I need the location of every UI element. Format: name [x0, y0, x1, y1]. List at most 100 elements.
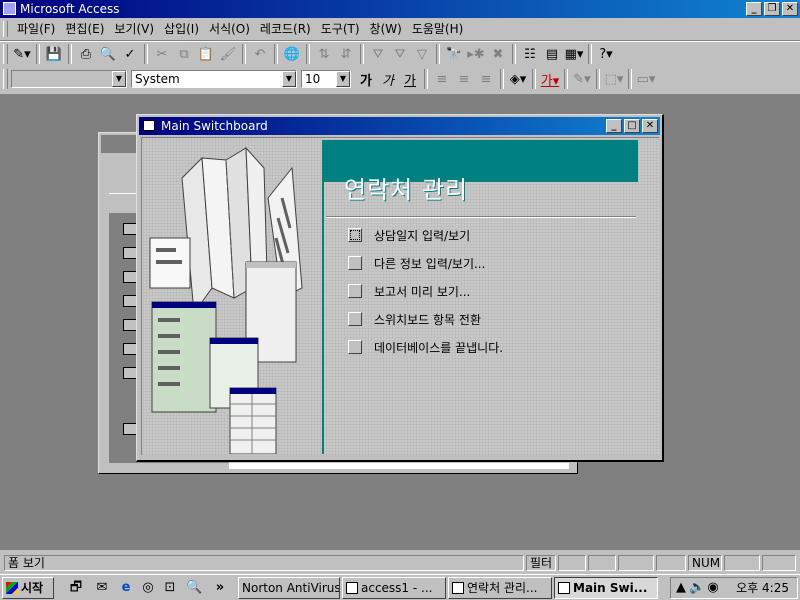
format-toolbar-grip[interactable]	[3, 69, 8, 89]
status-panel	[558, 555, 586, 571]
module-icon[interactable]	[123, 367, 137, 379]
switchboard-item-button[interactable]	[348, 284, 362, 298]
switchboard-item[interactable]: 데이터베이스를 끝냅니다.	[348, 338, 503, 356]
switchboard-item-button[interactable]	[348, 228, 362, 242]
chevron-down-icon[interactable]: ▼	[282, 71, 296, 87]
switchboard-item-button[interactable]	[348, 312, 362, 326]
database-window-icon[interactable]: ▤	[541, 43, 563, 65]
help-icon[interactable]: ?▾	[595, 43, 617, 65]
query-icon[interactable]	[123, 247, 137, 259]
switchboard-item-button[interactable]	[348, 256, 362, 270]
switchboard-window[interactable]: Main Switchboard _ □ ✕ 연락처 관리 상담일지 입력/보기…	[136, 114, 664, 462]
filter-by-form-icon[interactable]: ⛛	[389, 43, 411, 65]
switchboard-item[interactable]: 스위치보드 항목 전환	[348, 310, 481, 328]
apply-filter-icon[interactable]: ▽	[411, 43, 433, 65]
undo-icon[interactable]: ↶	[249, 43, 271, 65]
format-painter-icon[interactable]: 🖌	[217, 43, 239, 65]
switchboard-item[interactable]: 보고서 미리 보기...	[348, 282, 470, 300]
macro-icon[interactable]	[123, 343, 137, 355]
status-text: 폼 보기	[4, 555, 524, 571]
volume-icon[interactable]: 🔊	[689, 580, 705, 596]
taskbar-button[interactable]: Norton AntiVirus	[238, 577, 340, 599]
align-right-icon[interactable]: ≡	[475, 68, 497, 90]
chevron-down-icon[interactable]: ▼	[336, 71, 350, 87]
switchboard-item-button[interactable]	[348, 340, 362, 354]
border-width-icon[interactable]: ⬚▾	[603, 68, 625, 90]
tray-app-icon[interactable]: ▲	[673, 580, 689, 596]
tray-app-icon[interactable]: ◉	[705, 580, 721, 596]
italic-button[interactable]: 가	[377, 68, 399, 90]
font-size-combo[interactable]: 10 ▼	[301, 70, 351, 88]
align-left-icon[interactable]: ≡	[431, 68, 453, 90]
print-icon[interactable]: ⎙	[75, 43, 97, 65]
app-title-bar[interactable]: Microsoft Access _ ❐ ✕	[0, 0, 800, 18]
quicklaunch-app-icon[interactable]: ◎	[140, 580, 156, 596]
taskbar-button-label: access1 - ...	[361, 581, 433, 595]
form-icon[interactable]	[123, 271, 137, 283]
line-color-icon[interactable]: ✎▾	[571, 68, 593, 90]
sort-descending-icon[interactable]: ⇵	[335, 43, 357, 65]
taskbar-button[interactable]: access1 - ...	[342, 577, 446, 599]
paste-icon[interactable]: 📋	[195, 43, 217, 65]
table-icon[interactable]	[123, 223, 137, 235]
fill-color-icon[interactable]: ◈▾	[507, 68, 529, 90]
print-preview-icon[interactable]: 🔍	[97, 43, 119, 65]
restore-button[interactable]: ❐	[764, 2, 780, 16]
show-desktop-icon[interactable]: 🗗	[68, 580, 84, 596]
menu-edit[interactable]: 편집(E)	[60, 20, 109, 38]
menu-tools[interactable]: 도구(T)	[316, 20, 365, 38]
underline-button[interactable]: 가	[399, 68, 421, 90]
object-combo[interactable]: ▼	[11, 70, 127, 88]
menu-format[interactable]: 서식(O)	[204, 20, 255, 38]
access-app-icon[interactable]	[3, 2, 16, 15]
chevron-down-icon[interactable]: ▼	[112, 71, 126, 87]
switchboard-close-button[interactable]: ✕	[642, 119, 658, 133]
align-center-icon[interactable]: ≡	[453, 68, 475, 90]
menu-grip[interactable]	[3, 21, 8, 37]
bold-button[interactable]: 가	[355, 68, 377, 90]
minimize-button[interactable]: _	[746, 2, 762, 16]
outlook-express-icon[interactable]: ✉	[94, 580, 110, 596]
menu-view[interactable]: 보기(V)	[109, 20, 159, 38]
taskbar-button-active[interactable]: Main Swi...	[554, 577, 658, 599]
internet-explorer-icon[interactable]: e	[118, 580, 134, 596]
font-combo[interactable]: System ▼	[131, 70, 297, 88]
page-icon[interactable]	[123, 319, 137, 331]
switchboard-maximize-button[interactable]: □	[624, 119, 640, 133]
form-window-icon[interactable]	[143, 120, 155, 131]
menu-insert[interactable]: 삽입(I)	[159, 20, 204, 38]
find-icon[interactable]: 🔭	[443, 43, 465, 65]
switchboard-item[interactable]: 상담일지 입력/보기	[348, 226, 470, 244]
special-effect-icon[interactable]: ▭▾	[635, 68, 657, 90]
taskbar-button[interactable]: 연락처 관리...	[448, 577, 552, 599]
start-button[interactable]: 시작	[2, 577, 54, 599]
new-record-icon[interactable]: ▸✱	[465, 43, 487, 65]
new-object-icon[interactable]: ▦▾	[563, 43, 585, 65]
switchboard-item[interactable]: 다른 정보 입력/보기...	[348, 254, 485, 272]
menu-window[interactable]: 창(W)	[365, 20, 407, 38]
quicklaunch-more-icon[interactable]: »	[212, 580, 228, 596]
view-design-icon[interactable]: ✎▾	[11, 43, 33, 65]
report-icon[interactable]	[123, 295, 137, 307]
properties-icon[interactable]: ☷	[519, 43, 541, 65]
toolbar-grip[interactable]	[3, 44, 8, 64]
switchboard-title-bar[interactable]: Main Switchboard _ □ ✕	[139, 117, 660, 135]
quicklaunch-app-icon[interactable]: ⊡	[162, 580, 178, 596]
favorites-icon[interactable]	[123, 423, 137, 435]
filter-by-selection-icon[interactable]: ⛛	[367, 43, 389, 65]
delete-record-icon[interactable]: ✖	[487, 43, 509, 65]
quicklaunch-app-icon[interactable]: 🔍	[186, 580, 202, 596]
clock[interactable]: 오후 4:25	[736, 580, 789, 596]
font-color-icon[interactable]: 가▾	[539, 68, 561, 90]
menu-records[interactable]: 레코드(R)	[255, 20, 316, 38]
copy-icon[interactable]: ⧉	[173, 43, 195, 65]
menu-file[interactable]: 파일(F)	[12, 20, 60, 38]
menu-help[interactable]: 도움말(H)	[407, 20, 469, 38]
save-icon[interactable]: 💾	[43, 43, 65, 65]
switchboard-minimize-button[interactable]: _	[606, 119, 622, 133]
sort-ascending-icon[interactable]: ⇅	[313, 43, 335, 65]
spelling-icon[interactable]: ✓	[119, 43, 141, 65]
hyperlink-icon[interactable]: 🌐	[281, 43, 303, 65]
cut-icon[interactable]: ✂	[151, 43, 173, 65]
close-button[interactable]: ✕	[782, 2, 798, 16]
